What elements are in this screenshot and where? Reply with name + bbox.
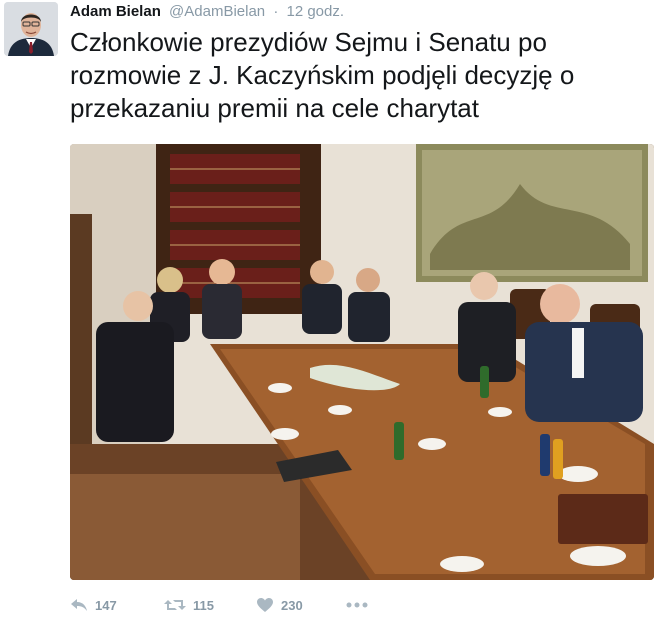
heart-icon <box>257 598 273 612</box>
more-icon <box>346 602 368 608</box>
reply-button[interactable]: 147 <box>70 594 117 616</box>
more-button[interactable] <box>346 594 368 616</box>
like-button[interactable]: 230 <box>256 594 303 616</box>
tweet-photo[interactable] <box>70 144 654 580</box>
like-count: 230 <box>281 597 303 613</box>
reply-icon <box>71 599 87 611</box>
tweet-header: Adam Bielan @AdamBielan · 12 godz. <box>70 2 344 22</box>
retweet-icon <box>164 600 186 610</box>
retweet-button[interactable]: 115 <box>164 594 214 616</box>
tweet-text: Członkowie prezydiów Sejmu i Senatu po r… <box>70 27 575 123</box>
meeting-photo <box>70 144 654 580</box>
tweet: Adam Bielan @AdamBielan · 12 godz. Człon… <box>0 0 664 628</box>
retweet-count: 115 <box>193 597 214 613</box>
separator-dot: · <box>273 3 279 20</box>
author-name[interactable]: Adam Bielan <box>70 3 161 20</box>
avatar-photo <box>4 2 58 56</box>
tweet-timestamp[interactable]: 12 godz. <box>286 3 344 20</box>
author-handle[interactable]: @AdamBielan <box>169 3 265 20</box>
author-avatar[interactable] <box>4 2 58 56</box>
reply-count: 147 <box>95 597 117 613</box>
